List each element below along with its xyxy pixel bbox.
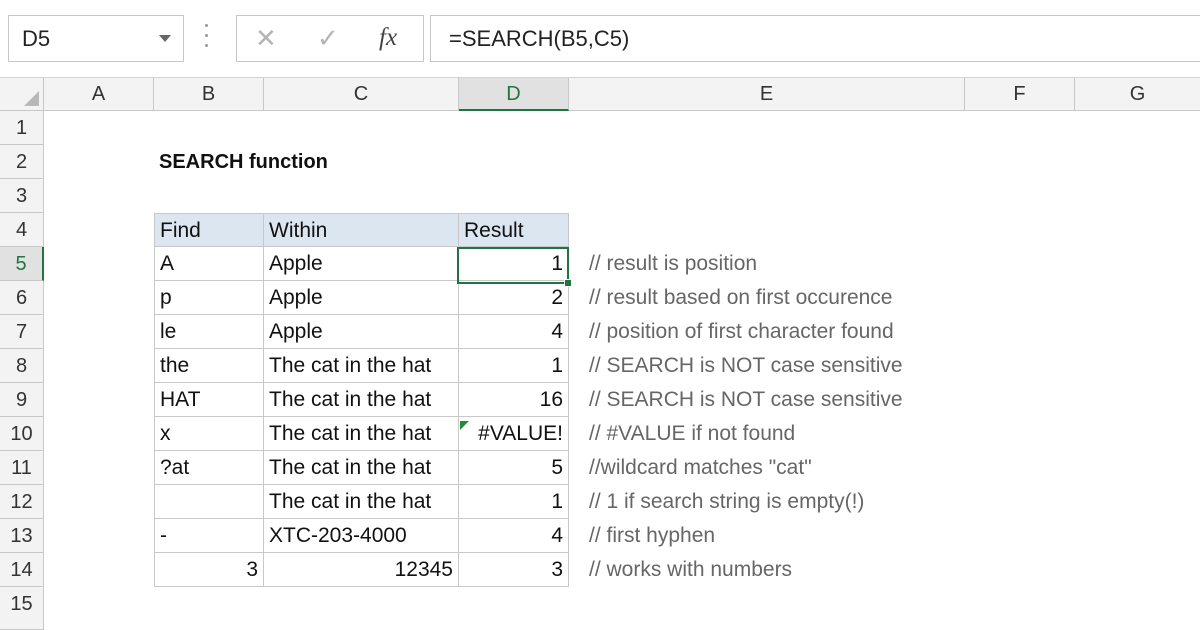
- cell-find[interactable]: HAT: [154, 383, 264, 417]
- cell-within[interactable]: The cat in the hat: [264, 485, 459, 519]
- cell-within[interactable]: Apple: [264, 315, 459, 349]
- cell-find[interactable]: A: [154, 247, 264, 281]
- cell-find[interactable]: -: [154, 519, 264, 553]
- row-header-9[interactable]: 9: [0, 383, 44, 417]
- cell-find[interactable]: the: [154, 349, 264, 383]
- cell-comment[interactable]: // result is position: [569, 247, 965, 281]
- name-box[interactable]: D5: [8, 15, 184, 62]
- row-header-13[interactable]: 13: [0, 519, 44, 553]
- chevron-down-icon[interactable]: [159, 35, 171, 42]
- cell-find[interactable]: p: [154, 281, 264, 315]
- column-header-e[interactable]: E: [569, 78, 965, 111]
- row-header-11[interactable]: 11: [0, 451, 44, 485]
- cell-within[interactable]: The cat in the hat: [264, 349, 459, 383]
- column-header-g[interactable]: G: [1075, 78, 1200, 111]
- column-header-f[interactable]: F: [965, 78, 1075, 111]
- drag-handle-icon[interactable]: [205, 24, 209, 54]
- row-header-6[interactable]: 6: [0, 281, 44, 315]
- column-header-a[interactable]: A: [44, 78, 154, 111]
- cell-find[interactable]: le: [154, 315, 264, 349]
- cell-comment[interactable]: // works with numbers: [569, 553, 965, 587]
- cell-comment[interactable]: // result based on first occurence: [569, 281, 965, 315]
- cancel-icon[interactable]: ✕: [255, 24, 277, 52]
- cell-comment[interactable]: // position of first character found: [569, 315, 965, 349]
- cell-find[interactable]: 3: [154, 553, 264, 587]
- cell-within[interactable]: The cat in the hat: [264, 417, 459, 451]
- cell-result[interactable]: 5: [459, 451, 569, 485]
- row-header-14[interactable]: 14: [0, 553, 44, 587]
- cell-comment[interactable]: // SEARCH is NOT case sensitive: [569, 349, 965, 383]
- column-header-b[interactable]: B: [154, 78, 264, 111]
- cell-within[interactable]: 12345: [264, 553, 459, 587]
- sheet-title[interactable]: SEARCH function: [154, 145, 454, 179]
- error-indicator-icon[interactable]: [460, 421, 469, 430]
- fill-handle[interactable]: [564, 279, 572, 287]
- row-header-4[interactable]: 4: [0, 213, 44, 247]
- worksheet-grid[interactable]: A B C D E F G 1 2 3 4 5 6 7 8 9 10 11 12…: [0, 78, 1200, 630]
- row-header-3[interactable]: 3: [0, 179, 44, 213]
- row-header-5[interactable]: 5: [0, 247, 44, 281]
- cell-result-error[interactable]: #VALUE!: [459, 417, 569, 451]
- name-box-value: D5: [22, 26, 51, 51]
- header-find[interactable]: Find: [154, 213, 264, 247]
- cell-within[interactable]: The cat in the hat: [264, 451, 459, 485]
- select-all-corner[interactable]: [0, 78, 44, 111]
- cell-find[interactable]: [154, 485, 264, 519]
- formula-value: =SEARCH(B5,C5): [449, 26, 630, 51]
- cell-find[interactable]: ?at: [154, 451, 264, 485]
- row-header-15[interactable]: 15: [0, 587, 44, 630]
- cell-result[interactable]: 1: [459, 485, 569, 519]
- formula-bar: D5 ✕ ✓ fx =SEARCH(B5,C5): [0, 0, 1200, 78]
- cell-within[interactable]: The cat in the hat: [264, 383, 459, 417]
- cell-result[interactable]: 4: [459, 519, 569, 553]
- cell-comment[interactable]: //wildcard matches "cat": [569, 451, 965, 485]
- cell-result[interactable]: 4: [459, 315, 569, 349]
- cell-result[interactable]: 1: [459, 247, 569, 281]
- cell-comment[interactable]: // first hyphen: [569, 519, 965, 553]
- row-header-1[interactable]: 1: [0, 111, 44, 145]
- cell-result[interactable]: 1: [459, 349, 569, 383]
- row-header-2[interactable]: 2: [0, 145, 44, 179]
- cell-result[interactable]: 2: [459, 281, 569, 315]
- column-header-c[interactable]: C: [264, 78, 459, 111]
- cell-within[interactable]: XTC-203-4000: [264, 519, 459, 553]
- cell-find[interactable]: x: [154, 417, 264, 451]
- formula-input[interactable]: =SEARCH(B5,C5): [430, 15, 1200, 62]
- insert-function-icon[interactable]: fx: [379, 24, 397, 52]
- column-header-d[interactable]: D: [459, 78, 569, 111]
- cell-result[interactable]: 3: [459, 553, 569, 587]
- cell-result[interactable]: 16: [459, 383, 569, 417]
- row-header-10[interactable]: 10: [0, 417, 44, 451]
- cell-comment[interactable]: // SEARCH is NOT case sensitive: [569, 383, 965, 417]
- row-header-7[interactable]: 7: [0, 315, 44, 349]
- select-all-icon: [24, 91, 39, 106]
- header-within[interactable]: Within: [264, 213, 459, 247]
- row-header-8[interactable]: 8: [0, 349, 44, 383]
- cell-comment[interactable]: // #VALUE if not found: [569, 417, 965, 451]
- row-header-12[interactable]: 12: [0, 485, 44, 519]
- cell-within[interactable]: Apple: [264, 247, 459, 281]
- header-result[interactable]: Result: [459, 213, 569, 247]
- check-icon[interactable]: ✓: [317, 24, 339, 52]
- formula-buttons: ✕ ✓ fx: [236, 15, 424, 62]
- cell-within[interactable]: Apple: [264, 281, 459, 315]
- cell-comment[interactable]: // 1 if search string is empty(!): [569, 485, 965, 519]
